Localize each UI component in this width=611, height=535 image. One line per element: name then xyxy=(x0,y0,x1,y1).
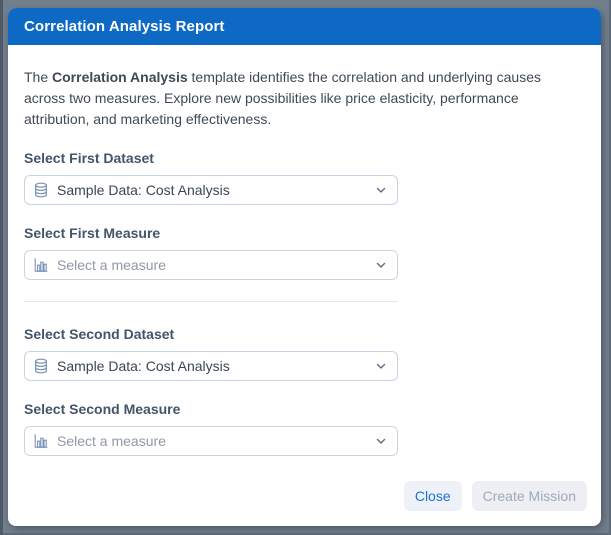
bar-chart-icon xyxy=(33,433,49,449)
section-divider xyxy=(24,301,398,302)
first-dataset-select[interactable]: Sample Data: Cost Analysis xyxy=(24,175,398,205)
database-icon xyxy=(33,182,49,198)
first-dataset-value: Sample Data: Cost Analysis xyxy=(57,182,230,198)
second-dataset-value: Sample Data: Cost Analysis xyxy=(57,358,230,374)
description-text-pre: The xyxy=(24,69,52,85)
chevron-down-icon xyxy=(375,435,387,447)
second-dataset-field: Select Second Dataset Sample Data: Cost … xyxy=(24,326,585,381)
second-measure-field: Select Second Measure Select a measure xyxy=(24,401,585,456)
first-dataset-field: Select First Dataset Sample Data: Cost A… xyxy=(24,150,585,205)
correlation-analysis-dialog: Correlation Analysis Report The Correlat… xyxy=(8,8,601,526)
create-mission-button[interactable]: Create Mission xyxy=(472,481,587,511)
first-measure-field: Select First Measure Select a measure xyxy=(24,225,585,280)
dialog-description: The Correlation Analysis template identi… xyxy=(24,67,585,130)
second-dataset-label: Select Second Dataset xyxy=(24,326,585,343)
close-button[interactable]: Close xyxy=(404,481,462,511)
chevron-down-icon xyxy=(375,259,387,271)
modal-backdrop: { "modal": { "title": "Correlation Analy… xyxy=(0,0,611,535)
second-measure-select[interactable]: Select a measure xyxy=(24,426,398,456)
second-measure-label: Select Second Measure xyxy=(24,401,585,418)
bar-chart-icon xyxy=(33,257,49,273)
dialog-header: Correlation Analysis Report xyxy=(8,8,601,45)
chevron-down-icon xyxy=(375,184,387,196)
chevron-down-icon xyxy=(375,360,387,372)
dialog-title: Correlation Analysis Report xyxy=(24,18,225,35)
first-measure-select[interactable]: Select a measure xyxy=(24,250,398,280)
description-text-bold: Correlation Analysis xyxy=(52,69,188,85)
first-measure-placeholder: Select a measure xyxy=(57,257,166,273)
second-measure-placeholder: Select a measure xyxy=(57,433,166,449)
database-icon xyxy=(33,358,49,374)
second-dataset-select[interactable]: Sample Data: Cost Analysis xyxy=(24,351,398,381)
dialog-body: The Correlation Analysis template identi… xyxy=(8,45,601,456)
first-measure-label: Select First Measure xyxy=(24,225,585,242)
dialog-footer: Close Create Mission xyxy=(404,481,587,511)
first-dataset-label: Select First Dataset xyxy=(24,150,585,167)
